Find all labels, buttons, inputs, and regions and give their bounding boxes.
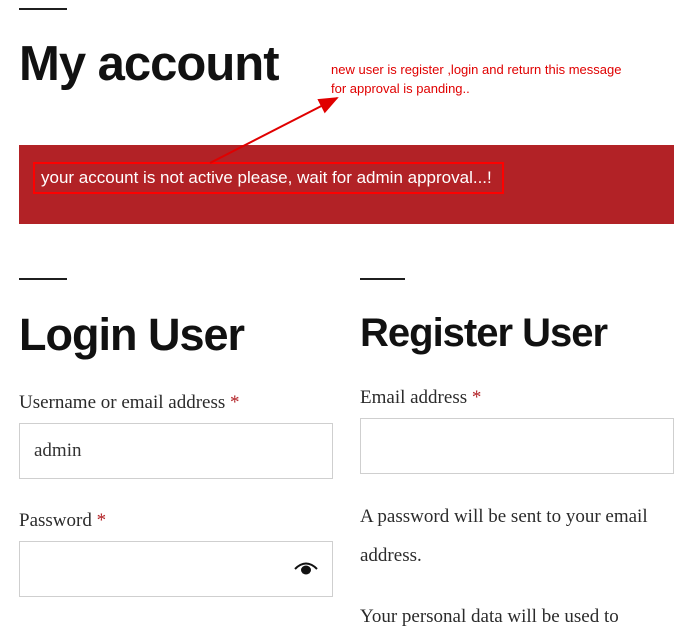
email-label: Email address * bbox=[360, 387, 481, 409]
username-field[interactable] bbox=[19, 423, 333, 479]
privacy-text: Your personal data will be used to bbox=[360, 606, 619, 627]
email-field[interactable] bbox=[360, 418, 674, 474]
password-label: Password * bbox=[19, 510, 106, 532]
username-label: Username or email address * bbox=[19, 392, 240, 414]
email-input[interactable] bbox=[361, 419, 673, 473]
username-input[interactable] bbox=[20, 424, 332, 478]
required-mark: * bbox=[230, 392, 240, 413]
password-input[interactable] bbox=[20, 542, 332, 596]
eye-icon[interactable] bbox=[294, 561, 318, 577]
login-heading: Login User bbox=[19, 309, 245, 360]
email-label-text: Email address bbox=[360, 387, 468, 408]
password-field[interactable] bbox=[19, 541, 333, 597]
password-label-text: Password bbox=[19, 510, 92, 531]
required-mark: * bbox=[471, 387, 482, 408]
required-mark: * bbox=[96, 510, 107, 531]
username-label-text: Username or email address bbox=[19, 392, 226, 413]
password-note: A password will be sent to your email ad… bbox=[360, 506, 648, 566]
login-divider bbox=[19, 278, 67, 280]
register-divider bbox=[360, 278, 405, 280]
register-heading: Register User bbox=[360, 311, 608, 355]
